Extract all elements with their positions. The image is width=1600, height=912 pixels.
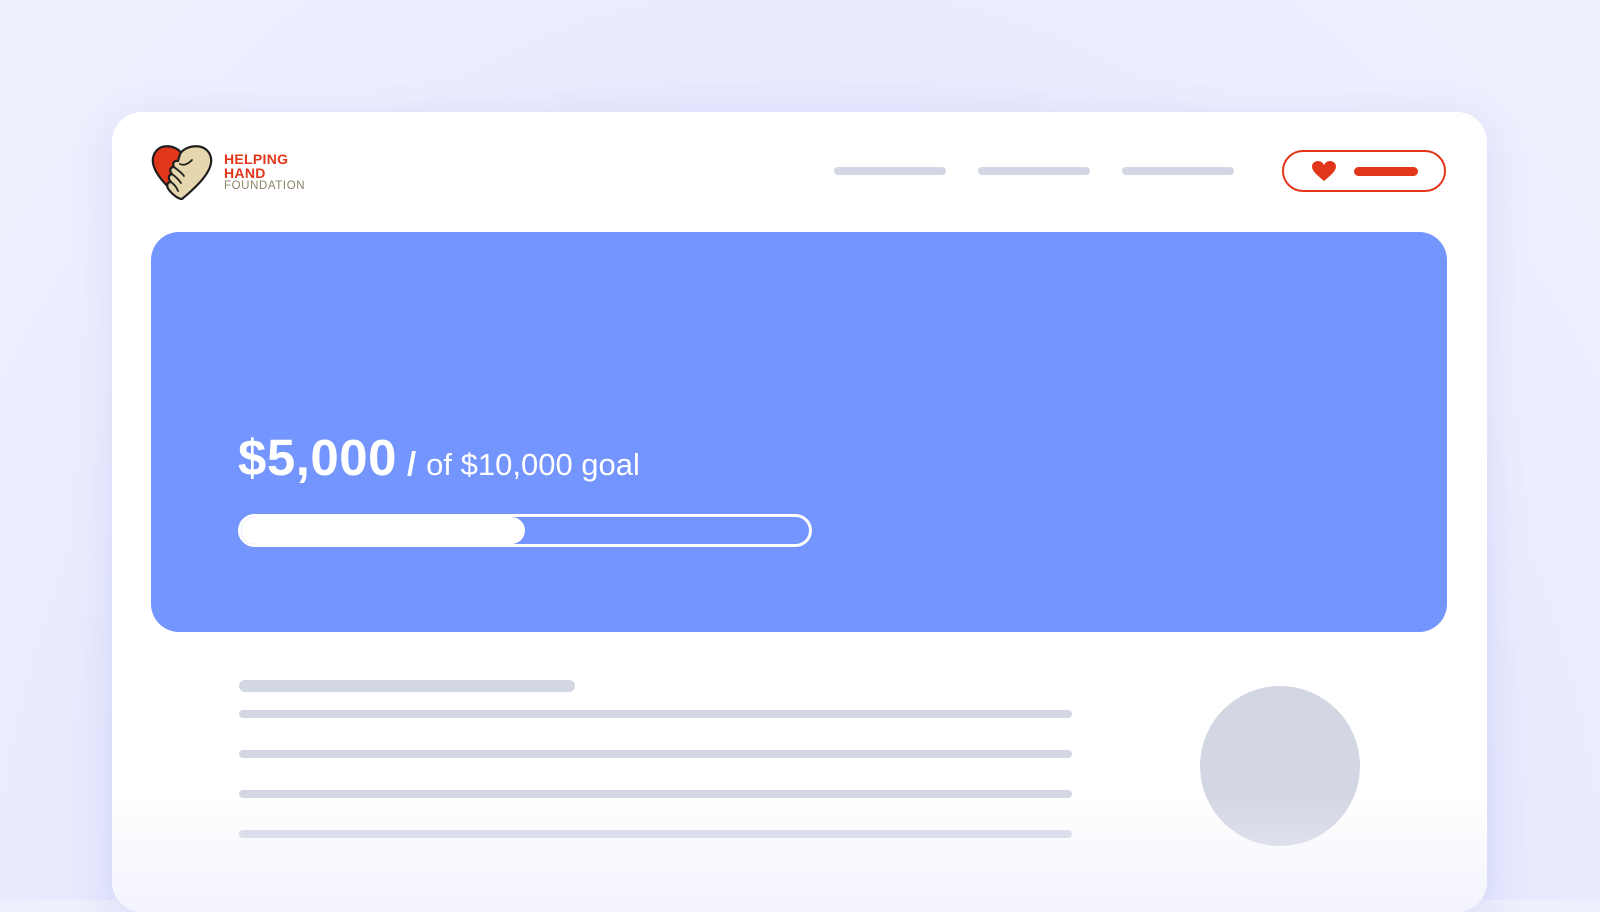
page-card: HELPING HAND FOUNDATION $5,000 / of $10,… [112,112,1487,912]
amount-separator: / [407,445,417,482]
brand-name-line1: HELPING [224,150,289,167]
amount-raised: $5,000 [238,429,397,486]
nav-item-1[interactable] [834,167,946,175]
brand-logo[interactable]: HELPING HAND FOUNDATION [150,142,305,202]
campaign-amount: $5,000 / of $10,000 goal [238,428,640,487]
avatar [1200,686,1360,846]
campaign-hero: $5,000 / of $10,000 goal [151,232,1447,632]
heart-handshake-icon [151,145,213,201]
content-line-placeholder [239,750,1072,758]
main-nav [834,167,1234,175]
content-title-placeholder [239,680,575,692]
brand-name-line2: HAND [224,164,266,181]
goal-text: of $10,000 goal [426,447,640,482]
nav-item-3[interactable] [1122,167,1234,175]
heart-icon [1312,160,1336,181]
donation-progress-fill [241,517,525,544]
donation-progress-bar [238,514,812,547]
donate-button[interactable] [1282,150,1446,192]
donate-button-label-placeholder [1354,166,1418,176]
content-line-placeholder [239,830,1072,838]
content-line-placeholder [239,790,1072,798]
nav-item-2[interactable] [978,167,1090,175]
content-line-placeholder [239,710,1072,718]
brand-name-line3: FOUNDATION [224,179,306,192]
